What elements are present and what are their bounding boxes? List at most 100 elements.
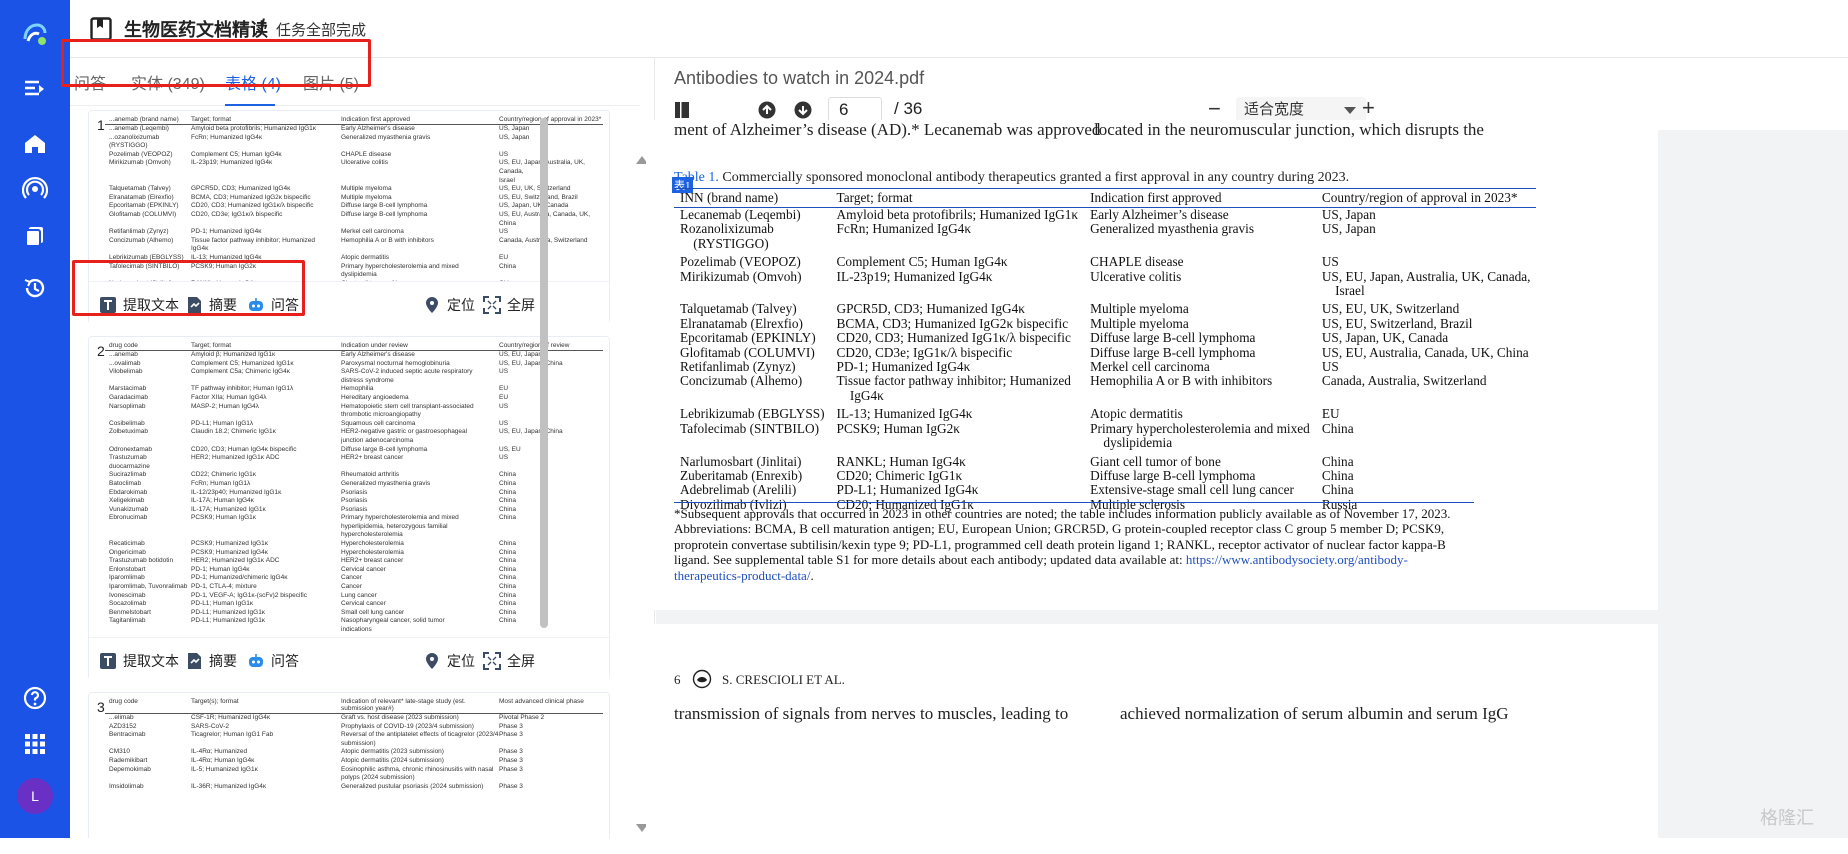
scrollbar-thumb[interactable]	[540, 118, 548, 628]
avatar[interactable]: L	[17, 778, 53, 814]
thumb-cell	[499, 463, 603, 472]
table-thumbnail[interactable]: drug code Target; format Indication under …	[105, 341, 603, 635]
fullscreen-button[interactable]: 全屏	[483, 295, 535, 315]
thumb-cell: China	[499, 591, 516, 599]
table-cell: US, EU, Australia, Canada, UK, China	[1321, 344, 1529, 360]
fullscreen-label: 全屏	[507, 297, 535, 313]
thumb-cell: CD22; Chimeric IgG1κ	[191, 471, 257, 479]
history-icon[interactable]	[19, 272, 51, 304]
thumb-cell: Diffuse large B-cell lymphoma	[341, 210, 428, 218]
thumb-cell: Psoriasis	[341, 505, 368, 513]
thumb-cell	[499, 377, 603, 386]
thumb-row: Iparomlimab, Tuvonralimab PD-1, CTLA-4; m…	[105, 583, 603, 592]
page-down-icon[interactable]	[794, 101, 812, 119]
thumb-row: Tagitanlimab PD-L1; Humanized IgG1κ Nasoph…	[105, 617, 603, 626]
page-up-icon[interactable]	[758, 101, 776, 119]
thumb-cell: HER2-negative gastric or gastroesophagea…	[341, 428, 468, 436]
table-row: Lebrikizumab (EBGLYSS) IL-13; Humanized I…	[674, 403, 1536, 421]
thumb-cell	[341, 177, 499, 186]
thumb-cell: Prophylaxis of COVID-19 (2023/4 submissi…	[341, 722, 474, 730]
thumb-cell: Rademikibart	[109, 756, 148, 764]
body-text-right: located in the neuromuscular junction, w…	[1094, 120, 1484, 139]
thumb-cell: AZD3152	[109, 722, 137, 730]
table-cell: Retifanlimab (Zynyz)	[680, 359, 796, 375]
thumb-cell: Psoriasis	[341, 488, 368, 496]
summary-button[interactable]: 摘要	[185, 651, 237, 671]
table-cell: Narlumosbart (Jinlitai)	[680, 453, 802, 469]
thumb-row: Batoclimab FcRn; Human IgG1λ Generalized m…	[105, 480, 603, 489]
thumb-cell	[191, 177, 341, 186]
table-header-cell: Country/region of approval in 2023*	[1315, 188, 1537, 208]
thumb-cell: Ebdarokimab	[109, 488, 148, 496]
thumb-row: Elranatamab (Elrexfio) BCMA, CD3; Humaniz…	[105, 194, 603, 203]
thumb-cell: IL-5; Humanized IgG1κ	[191, 765, 258, 773]
thumb-cell: Amyloid beta protofibrils; Humanized IgG…	[191, 125, 317, 132]
table-cell: Giant cell tumor of bone	[1090, 453, 1221, 469]
table-thumbnail[interactable]: drug code Target(s); format Indication of …	[105, 697, 603, 791]
thumb-cell: PCSK9; Human IgG1κ	[191, 514, 257, 522]
thumb-header-cell: Target; format	[191, 116, 232, 123]
thumb-cell: China	[499, 540, 516, 548]
journal-logo-icon	[692, 669, 712, 689]
help-icon[interactable]	[19, 682, 51, 714]
table-cell: Hemophilia A or B with inhibitors	[1090, 373, 1273, 389]
extract-text-button[interactable]: 提取文本	[99, 651, 179, 671]
thumb-row: Rademikibart IL-4Rα; Human IgG4κ Atopic de…	[105, 757, 603, 766]
zoom-out-button[interactable]: −	[1208, 96, 1221, 122]
thumb-row: Odronextamab CD20, CD3; Human IgG4κ bispe…	[105, 446, 603, 455]
results-panel: 问答 实体 (349) 表格 (4) 图片 (5) 1 ...anemab (b…	[61, 39, 655, 838]
pdf-page: ment of Alzheimer’s disease (AD).* Lecan…	[646, 120, 1658, 610]
thumb-row: Recaticimab PCSK9; Humanized IgG1κ Hyperch…	[105, 540, 603, 549]
thumb-cell: PD-1; Human IgG4κ	[191, 565, 250, 573]
thumb-cell: Complement C5; Humanized IgG1κ	[191, 359, 294, 367]
thumb-cell: junction adenocarcinoma	[341, 436, 414, 444]
thumb-cell: duocarmazine	[109, 462, 150, 470]
fullscreen-button[interactable]: 全屏	[483, 651, 535, 671]
active-tab-indicator	[225, 104, 275, 106]
thumb-header-cell: drug code	[109, 698, 138, 705]
home-icon[interactable]	[19, 128, 51, 160]
locate-button[interactable]: 定位	[423, 295, 475, 315]
thumb-cell: GPCR5D, CD3; Humanized IgG4κ	[191, 185, 291, 193]
thumb-cell: Amyloid β; Humanized IgG1κ	[191, 351, 276, 358]
documents-icon[interactable]	[19, 220, 51, 252]
thumb-cell: Israel	[499, 176, 515, 184]
app-logo-icon[interactable]	[19, 18, 51, 50]
sidebar-toggle-icon[interactable]	[674, 101, 690, 119]
summary-label: 摘要	[209, 653, 237, 669]
pdf-file-name: Antibodies to watch in 2024.pdf	[674, 68, 925, 88]
fullscreen-icon	[483, 652, 501, 670]
location-pin-icon	[426, 653, 438, 669]
highlight-box-tabs	[61, 39, 371, 87]
thumb-cell: Zolbetuximab	[109, 428, 149, 436]
thumb-cell: Canada, Australia, Switzerland	[499, 236, 588, 244]
menu-collapse-icon[interactable]	[19, 73, 51, 105]
thumb-cell: US, EU, Japan, Australia, UK, Canada,	[499, 159, 585, 175]
thumb-cell: Multiple myeloma	[341, 193, 392, 201]
thumb-cell: Talquetamab (Talvey)	[109, 185, 171, 193]
table-cell: Multiple myeloma	[1090, 315, 1189, 331]
table-row: IgG4κ	[674, 388, 1536, 403]
thumb-row: Epcoritamab (EPKINLY) CD20, CD3; Humanize…	[105, 202, 603, 211]
thumb-cell: Multiple myeloma	[341, 185, 392, 193]
thumb-cell: China	[499, 505, 516, 513]
thumb-cell: Elranatamab (Elrexfio)	[109, 193, 174, 201]
table-cell: Ulcerative colitis	[1090, 268, 1182, 284]
thumb-cell: CD20, CD3e; IgG1κ/λ bispecific	[191, 210, 283, 218]
table-cell: Primary hypercholesterolemia and mixed	[1090, 420, 1310, 436]
locate-button[interactable]: 定位	[423, 651, 475, 671]
thumb-cell: CM310	[109, 748, 130, 756]
table-card-3[interactable]: 3 drug code Target(s); format Indication o…	[88, 692, 610, 838]
thumb-cell: Hypercholesterolemia	[341, 548, 404, 556]
table-row: Glofitamab (COLUMVI) CD20, CD3e; IgG1κ/λ …	[674, 344, 1536, 360]
card-number: 2	[97, 343, 105, 359]
table-cell: China	[1321, 482, 1354, 498]
table-card-2[interactable]: 2 drug code Target; format Indication unde…	[88, 336, 610, 681]
table-cell: Diffuse large B-cell lymphoma	[1090, 344, 1256, 360]
running-head: S. CRESCIOLI ET AL.	[722, 672, 845, 687]
thumb-header-cell: Target; format	[191, 342, 232, 349]
qa-button[interactable]: 问答	[247, 651, 299, 671]
broadcast-icon[interactable]	[19, 173, 51, 205]
zoom-in-button[interactable]: +	[1362, 95, 1375, 121]
apps-grid-icon[interactable]	[19, 728, 51, 760]
